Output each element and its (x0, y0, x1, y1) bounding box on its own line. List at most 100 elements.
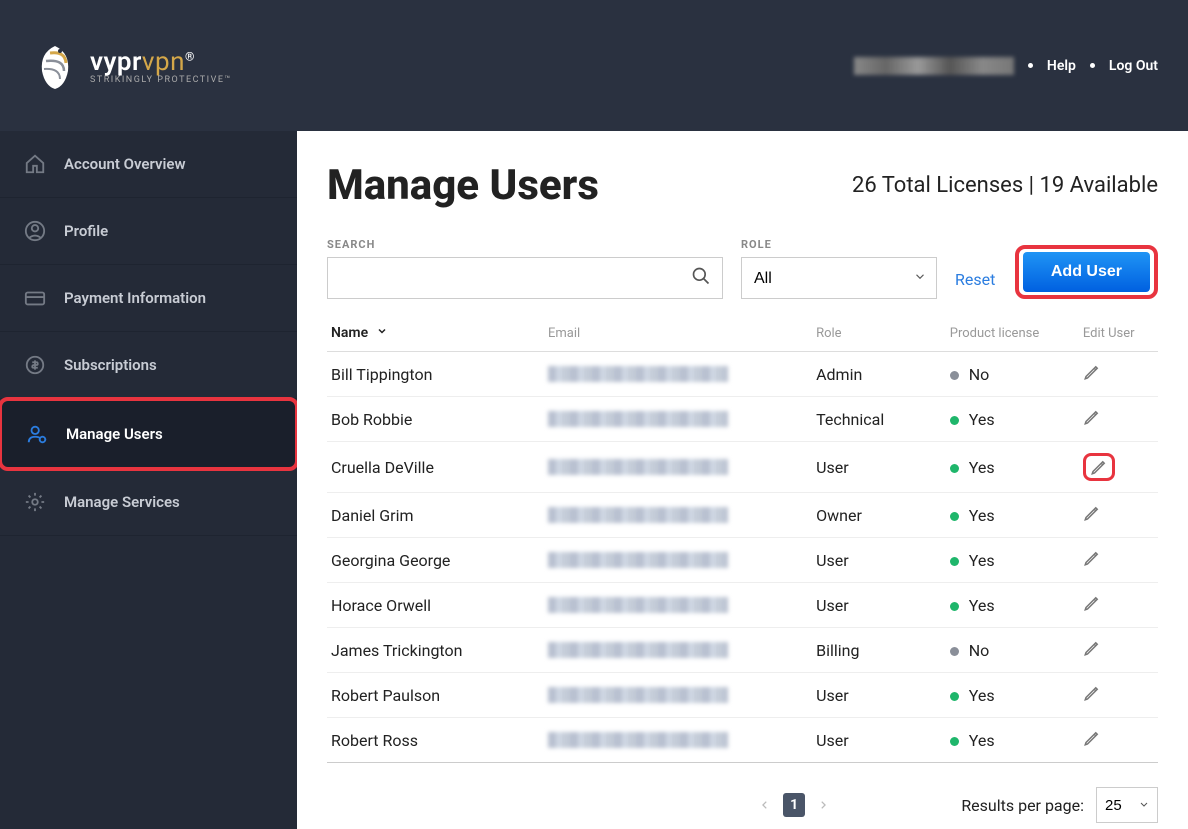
profile-icon (24, 220, 46, 242)
sidebar-item-subscriptions[interactable]: Subscriptions (0, 332, 297, 399)
cell-name: Bob Robbie (327, 397, 544, 442)
status-dot-icon (950, 692, 959, 701)
cell-name: Bill Tippington (327, 352, 544, 397)
edit-user-button[interactable] (1083, 549, 1101, 567)
sidebar-item-label: Profile (64, 222, 108, 240)
col-name[interactable]: Name (327, 317, 544, 352)
edit-user-button[interactable] (1083, 408, 1101, 426)
status-dot-icon (950, 371, 959, 380)
status-dot-icon (950, 416, 959, 425)
prev-page-button[interactable] (755, 793, 775, 817)
cell-license: Yes (946, 538, 1079, 583)
edit-user-button[interactable] (1083, 504, 1101, 522)
cell-license: Yes (946, 442, 1079, 493)
cell-email (544, 442, 812, 493)
cell-license: Yes (946, 493, 1079, 538)
sidebar-item-payment-information[interactable]: Payment Information (0, 265, 297, 332)
cell-license: Yes (946, 673, 1079, 718)
edit-user-button[interactable] (1083, 729, 1101, 747)
edit-user-button[interactable] (1083, 684, 1101, 702)
col-role[interactable]: Role (812, 317, 946, 352)
cell-license: No (946, 352, 1079, 397)
col-edit-user: Edit User (1079, 317, 1158, 352)
cell-role: Admin (812, 352, 946, 397)
sidebar-item-label: Manage Users (66, 425, 163, 443)
table-row: Daniel GrimOwnerYes (327, 493, 1158, 538)
cell-name: James Trickington (327, 628, 544, 673)
edit-user-button[interactable] (1083, 453, 1115, 481)
cell-role: User (812, 718, 946, 763)
cell-email (544, 493, 812, 538)
cell-email (544, 538, 812, 583)
status-dot-icon (950, 557, 959, 566)
header: vyprvpn® STRIKINGLY PROTECTIVE™ Help Log… (0, 0, 1188, 131)
status-dot-icon (950, 647, 959, 656)
license-info: 26 Total Licenses | 19 Available (852, 173, 1158, 198)
cell-role: User (812, 673, 946, 718)
role-label: ROLE (741, 238, 937, 251)
cell-license: Yes (946, 583, 1079, 628)
table-row: Georgina George UserYes (327, 538, 1158, 583)
pagination: 1 (455, 793, 833, 817)
cell-role: User (812, 538, 946, 583)
header-right: Help Log Out (854, 57, 1158, 75)
cell-name: Georgina George (327, 538, 544, 583)
brand-tagline: STRIKINGLY PROTECTIVE™ (90, 75, 232, 85)
cell-name: Robert Ross (327, 718, 544, 763)
reset-link[interactable]: Reset (955, 270, 995, 299)
gear-icon (24, 491, 46, 513)
page-title: Manage Users (327, 161, 599, 210)
logout-link[interactable]: Log Out (1109, 58, 1158, 74)
sidebar-item-label: Payment Information (64, 289, 206, 307)
main-content: Manage Users 26 Total Licenses | 19 Avai… (297, 131, 1188, 829)
card-icon (24, 287, 46, 309)
cell-role: Billing (812, 628, 946, 673)
results-per-page-label: Results per page: (961, 796, 1084, 815)
status-dot-icon (950, 602, 959, 611)
home-icon (24, 153, 46, 175)
results-per-page-select[interactable]: 25 (1096, 787, 1158, 823)
sidebar-item-account-overview[interactable]: Account Overview (0, 131, 297, 198)
cell-role: User (812, 442, 946, 493)
col-product-license[interactable]: Product license (946, 317, 1079, 352)
table-row: Horace Orwell UserYes (327, 583, 1158, 628)
table-row: Cruella DeVille UserYes (327, 442, 1158, 493)
user-name-blurred (854, 57, 1014, 75)
sidebar: Account Overview Profile Payment Informa… (0, 131, 297, 829)
col-email[interactable]: Email (544, 317, 812, 352)
cell-license: No (946, 628, 1079, 673)
cell-role: Technical (812, 397, 946, 442)
next-page-button[interactable] (813, 793, 833, 817)
page-number[interactable]: 1 (783, 793, 805, 817)
table-row: Bill Tippington AdminNo (327, 352, 1158, 397)
cell-role: User (812, 583, 946, 628)
cell-name: Horace Orwell (327, 583, 544, 628)
table-row: Robert Paulson UserYes (327, 673, 1158, 718)
cell-license: Yes (946, 397, 1079, 442)
role-select[interactable]: All (741, 257, 937, 299)
cell-license: Yes (946, 718, 1079, 763)
search-input[interactable] (327, 257, 723, 299)
separator-dot (1090, 63, 1095, 68)
cell-name: Cruella DeVille (327, 442, 544, 493)
help-link[interactable]: Help (1047, 58, 1076, 74)
sidebar-item-manage-users[interactable]: Manage Users (0, 397, 299, 471)
edit-user-button[interactable] (1083, 363, 1101, 381)
refresh-dollar-icon (24, 354, 46, 376)
edit-user-button[interactable] (1083, 639, 1101, 657)
add-user-button[interactable]: Add User (1023, 252, 1150, 292)
edit-user-button[interactable] (1083, 594, 1101, 612)
chevron-down-icon (376, 325, 388, 341)
brand-text: vyprvpn® (90, 47, 232, 77)
cell-email (544, 673, 812, 718)
brand-logo[interactable]: vyprvpn® STRIKINGLY PROTECTIVE™ (30, 41, 232, 91)
users-table: Name Email Role Product license Edit Use… (327, 317, 1158, 763)
sidebar-item-label: Subscriptions (64, 356, 157, 374)
table-row: James Trickington BillingNo (327, 628, 1158, 673)
sidebar-item-label: Manage Services (64, 493, 180, 511)
sidebar-item-manage-services[interactable]: Manage Services (0, 469, 297, 536)
status-dot-icon (950, 512, 959, 521)
cell-name: Robert Paulson (327, 673, 544, 718)
sidebar-item-profile[interactable]: Profile (0, 198, 297, 265)
cell-email (544, 352, 812, 397)
